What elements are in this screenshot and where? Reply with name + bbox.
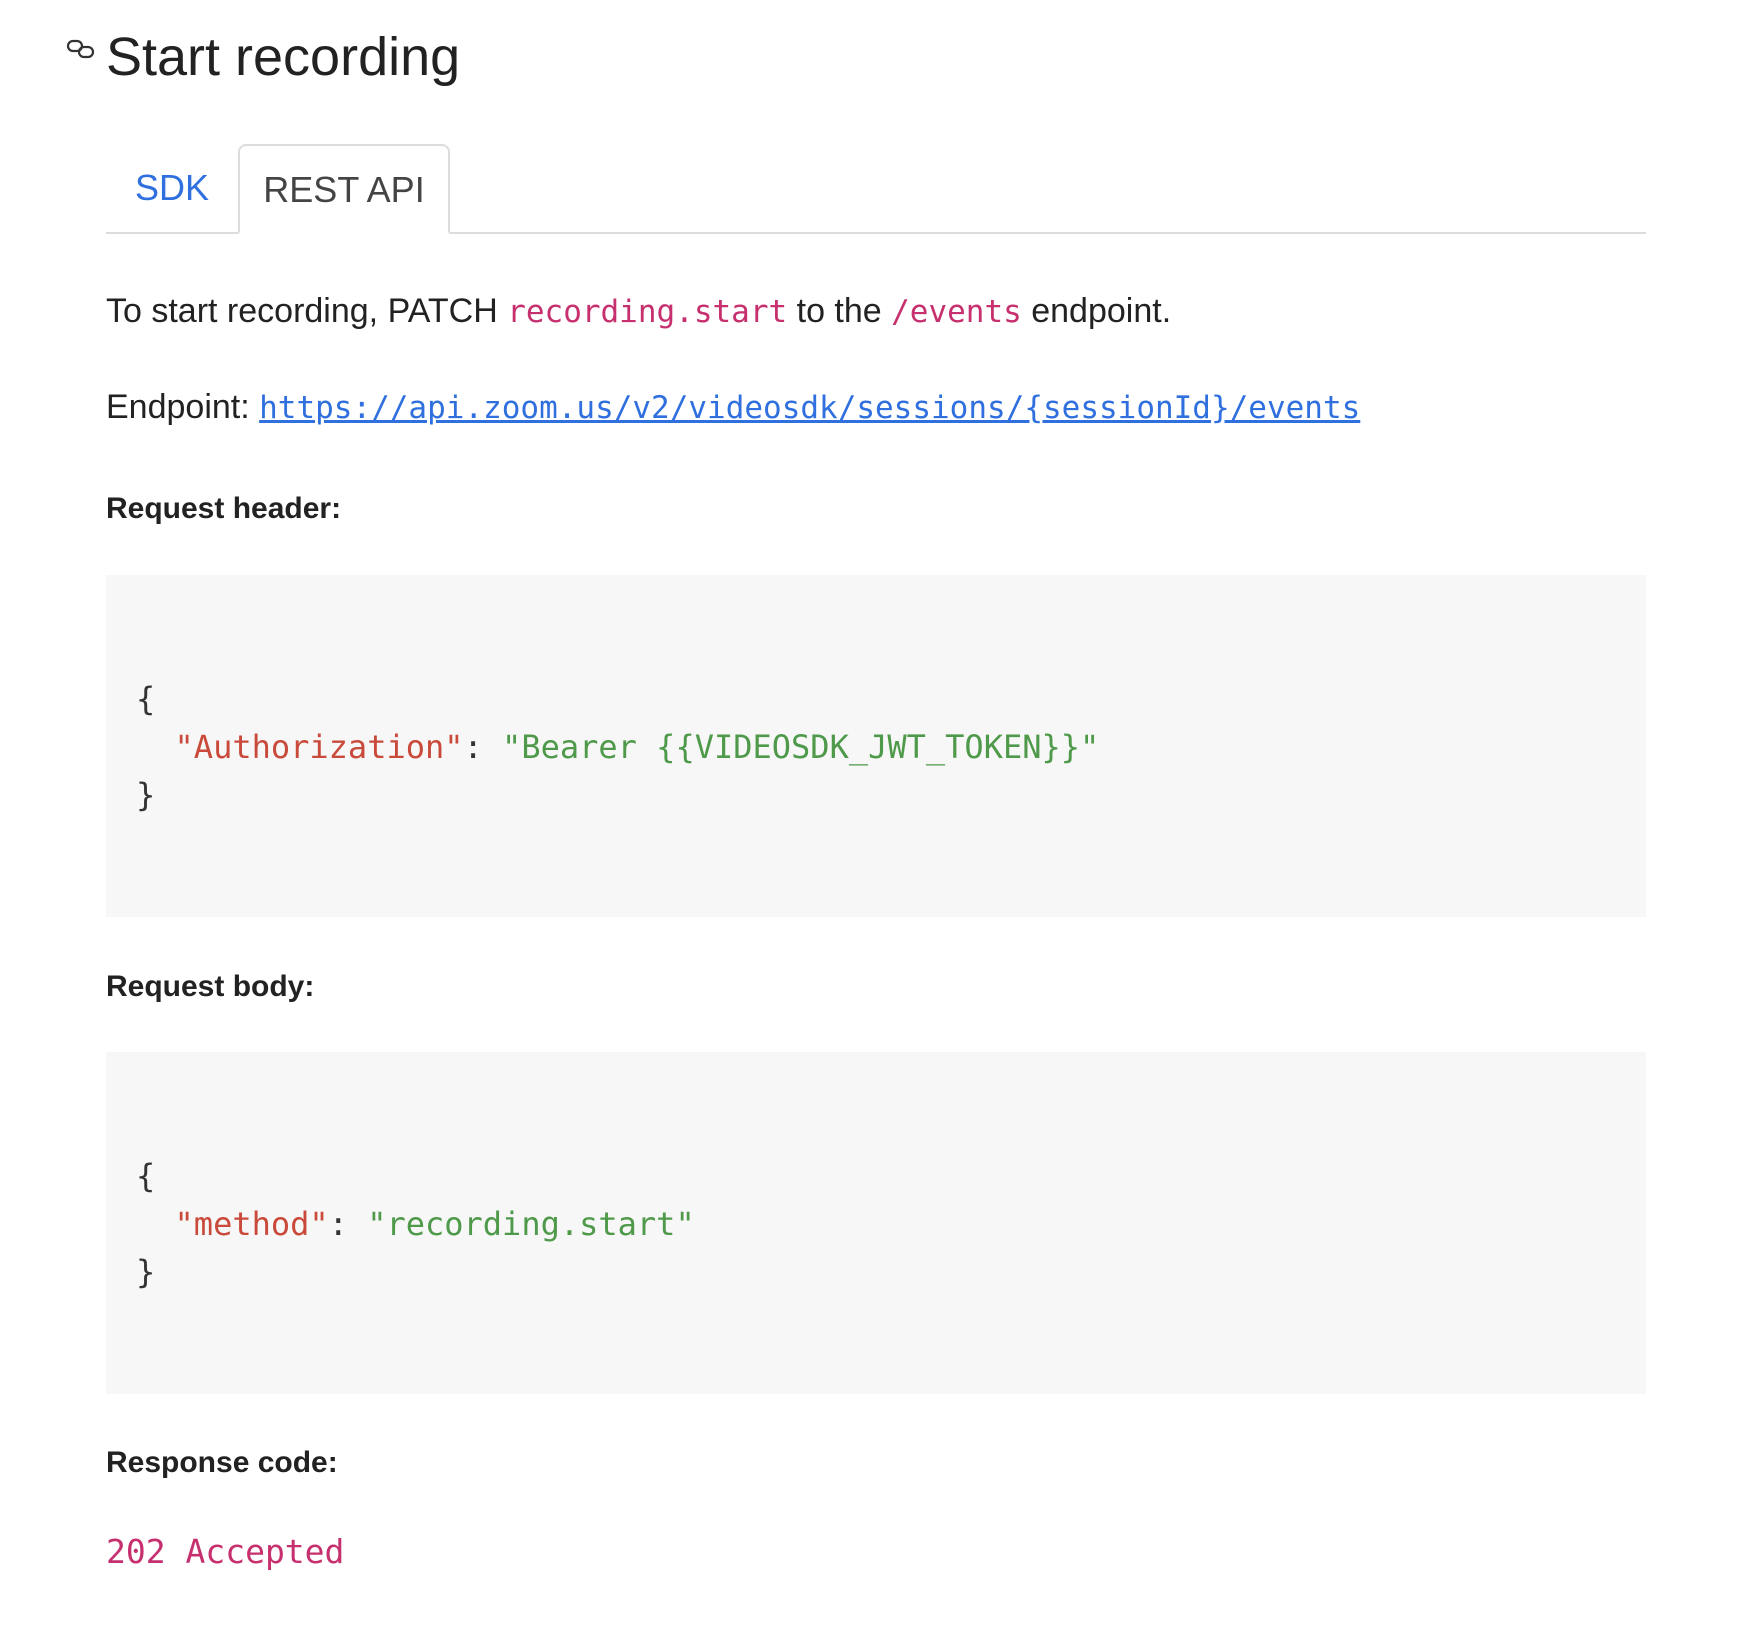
intro-paragraph: To start recording, PATCH recording.star… <box>106 292 1171 331</box>
code-line: } <box>136 771 1646 819</box>
intro-middle: to the <box>787 292 892 330</box>
code-line: { <box>136 1152 1646 1200</box>
endpoint-link[interactable]: https://api.zoom.us/v2/videosdk/sessions… <box>259 390 1360 426</box>
link-icon[interactable] <box>66 36 96 62</box>
code-line: "method": "recording.start" <box>136 1200 1646 1248</box>
json-value: "recording.start" <box>367 1205 695 1243</box>
code-line: "Authorization": "Bearer {{VIDEOSDK_JWT_… <box>136 723 1646 771</box>
endpoint-label: Endpoint: <box>106 388 260 426</box>
brace-close: } <box>136 1253 156 1291</box>
code-line: } <box>136 1248 1646 1296</box>
brace-open: { <box>136 1157 156 1195</box>
json-value: "Bearer {{VIDEOSDK_JWT_TOKEN}}" <box>502 728 1100 766</box>
intro-prefix: To start recording, PATCH <box>106 292 508 330</box>
brace-open: { <box>136 680 156 718</box>
request-body-label: Request body: <box>106 970 315 1003</box>
path-inline-code: /events <box>891 294 1022 330</box>
json-separator: : <box>328 1205 368 1243</box>
title-row: Start recording <box>66 22 461 92</box>
json-key: "Authorization" <box>174 728 464 766</box>
method-inline-code: recording.start <box>507 294 788 330</box>
response-code-value: 202 Accepted <box>106 1532 345 1571</box>
request-header-label: Request header: <box>106 492 342 525</box>
request-body-code-block: { "method": "recording.start" } <box>106 1052 1646 1394</box>
code-line: { <box>136 675 1646 723</box>
json-key: "method" <box>174 1205 329 1243</box>
response-code-label: Response code: <box>106 1446 338 1479</box>
endpoint-paragraph: Endpoint: https://api.zoom.us/v2/videosd… <box>106 388 1360 427</box>
tab-rest-api[interactable]: REST API <box>238 144 450 234</box>
brace-close: } <box>136 776 156 814</box>
page-title: Start recording <box>106 27 461 87</box>
intro-suffix: endpoint. <box>1021 292 1172 330</box>
tab-sdk[interactable]: SDK <box>106 144 238 232</box>
json-separator: : <box>463 728 503 766</box>
tab-bar: SDK REST API <box>106 144 1646 234</box>
request-header-code-block: { "Authorization": "Bearer {{VIDEOSDK_JW… <box>106 575 1646 917</box>
